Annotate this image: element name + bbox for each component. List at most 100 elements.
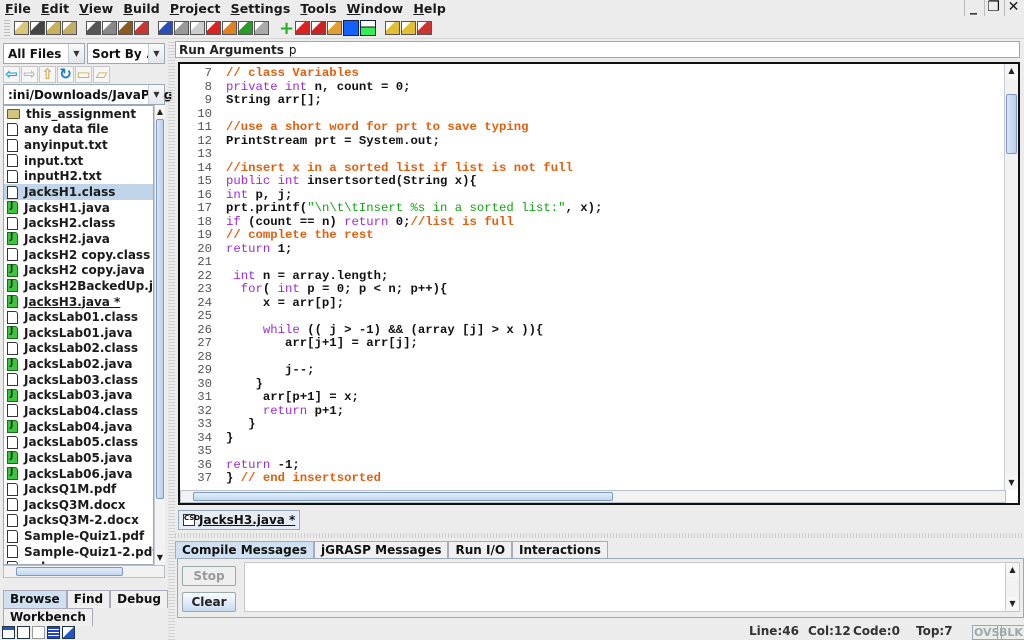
file-list-item[interactable]: JacksLab02.class <box>4 341 153 357</box>
back-arrow-icon[interactable]: ⇦ <box>3 66 20 83</box>
code-text[interactable]: 7 // class Variables 8 private int n, count… <box>180 67 1006 487</box>
uml-icon[interactable] <box>222 20 237 35</box>
scroll-down-icon[interactable]: ▼ <box>155 551 165 565</box>
file-list-item[interactable]: this_assignment <box>4 106 153 122</box>
file-filter-select[interactable]: All Files ▼ <box>3 43 85 64</box>
file-list-vscrollbar[interactable]: ▲ ▼ <box>154 105 165 565</box>
open-folder-icon[interactable]: ▱ <box>93 66 110 83</box>
menu-help[interactable]: Help <box>408 1 451 16</box>
open-icon[interactable] <box>14 20 29 35</box>
file-list-item[interactable]: JacksLab02.java <box>4 356 153 372</box>
forward-arrow-icon[interactable]: ⇨ <box>21 66 38 83</box>
file-list-item[interactable]: JacksLab01.java <box>4 325 153 341</box>
scroll-up-icon[interactable]: ▲ <box>155 105 165 119</box>
file-list-item[interactable]: JacksH2.class <box>4 215 153 231</box>
file-list-item[interactable]: JacksLab03.java <box>4 388 153 404</box>
editor-hscrollbar[interactable] <box>180 490 1006 503</box>
chevron-down-icon[interactable]: ▼ <box>68 44 84 63</box>
cascade-icon[interactable] <box>62 626 75 639</box>
split-top-icon[interactable] <box>32 626 45 639</box>
green-split-icon[interactable] <box>360 19 376 36</box>
print-icon[interactable] <box>62 20 77 35</box>
menu-project[interactable]: Project <box>165 1 226 16</box>
file-list-item[interactable]: JacksH2 copy.java <box>4 262 153 278</box>
message-output[interactable]: ▲ ▼ <box>244 562 1020 612</box>
file-list-item[interactable]: JacksH3.java * <box>4 294 153 310</box>
copy-icon[interactable] <box>102 20 117 35</box>
tab-run-i-o[interactable]: Run I/O <box>448 541 513 559</box>
stop-button[interactable]: Stop <box>182 566 236 586</box>
restore-button[interactable]: ❐ <box>984 0 1002 16</box>
toolbar-grip[interactable] <box>4 19 10 36</box>
debug-icon[interactable] <box>311 20 326 35</box>
file-list-item[interactable]: JacksLab04.java <box>4 419 153 435</box>
menu-window[interactable]: Window <box>342 1 409 16</box>
run-icon[interactable] <box>295 20 310 35</box>
file-list-item[interactable]: JacksH2 copy.class <box>4 247 153 263</box>
file-list-item[interactable]: anyinput.txt <box>4 137 153 153</box>
scroll-up-icon[interactable]: ▲ <box>1005 64 1018 78</box>
undo-icon[interactable] <box>134 20 149 35</box>
tab-jgrasp-messages[interactable]: jGRASP Messages <box>314 541 449 559</box>
file-list-item[interactable]: JacksLab05.java <box>4 450 153 466</box>
tab-interactions[interactable]: Interactions <box>512 541 608 559</box>
file-list-item[interactable]: JacksH2.java <box>4 231 153 247</box>
file-list-item[interactable]: JacksLab01.class <box>4 309 153 325</box>
folder-icon[interactable]: ▭ <box>75 66 92 83</box>
code-editor[interactable]: 7 // class Variables 8 private int n, count… <box>178 62 1020 505</box>
panel-divider[interactable] <box>168 40 175 640</box>
tab-workbench[interactable]: Workbench <box>3 608 93 626</box>
file-list-item[interactable]: Sample-Quiz1-2.pdf <box>4 544 153 560</box>
breakpoint-icon[interactable] <box>206 20 221 35</box>
file-list-item[interactable]: input.txt <box>4 153 153 169</box>
horizontal-divider[interactable] <box>175 533 1024 538</box>
path-select[interactable]: :ini/Downloads/JavaProg ▼ <box>3 84 172 105</box>
browse-icon[interactable] <box>46 20 61 35</box>
chevron-down-icon[interactable]: ▼ <box>148 44 164 63</box>
new-file-icon[interactable] <box>190 20 205 35</box>
chevron-down-icon[interactable]: ▼ <box>148 85 164 104</box>
tile-icon[interactable] <box>47 626 60 639</box>
generate-csd-icon[interactable] <box>158 20 173 35</box>
menu-build[interactable]: Build <box>118 1 164 16</box>
file-list-item[interactable]: inputH2.txt <box>4 169 153 185</box>
split-left-icon[interactable] <box>17 626 30 639</box>
file-list-item[interactable]: JacksLab06.java <box>4 466 153 482</box>
file-list-item[interactable]: JacksQ3M-2.docx <box>4 513 153 529</box>
close-button[interactable]: ✕ <box>1004 0 1022 16</box>
save-icon[interactable] <box>30 20 45 35</box>
file-list-item[interactable]: JacksLab03.class <box>4 372 153 388</box>
editor-vscrollbar[interactable]: ▲ ▼ <box>1004 64 1018 490</box>
tree-icon[interactable] <box>238 20 253 35</box>
up-folder-icon[interactable]: ⇧ <box>39 66 56 83</box>
scroll-down-icon[interactable]: ▼ <box>1005 476 1018 490</box>
file-list-item[interactable]: JacksLab05.class <box>4 434 153 450</box>
menu-tools[interactable]: Tools <box>295 1 341 16</box>
message-vscrollbar[interactable]: ▲ ▼ <box>1005 563 1019 611</box>
sort-select[interactable]: Sort By ... ▼ <box>87 43 165 64</box>
file-list-item[interactable]: JacksH2BackedUp.java <box>4 278 153 294</box>
documentation-icon[interactable] <box>254 20 269 35</box>
tab-debug[interactable]: Debug <box>110 590 168 608</box>
tab-browse[interactable]: Browse <box>3 590 67 608</box>
menu-view[interactable]: View <box>74 1 118 16</box>
cut-icon[interactable] <box>86 20 101 35</box>
check-icon[interactable] <box>385 20 400 35</box>
scroll-down-icon[interactable]: ▼ <box>1006 597 1019 611</box>
run-arguments-input[interactable]: p <box>289 43 297 57</box>
compile-icon[interactable]: + <box>278 18 294 39</box>
minimize-button[interactable]: _ <box>964 0 982 16</box>
run-applet-icon[interactable] <box>327 20 342 35</box>
file-list-item[interactable]: Sample-Quiz1.pdf <box>4 528 153 544</box>
menu-settings[interactable]: Settings <box>226 1 296 16</box>
blue-square-icon[interactable] <box>343 19 359 36</box>
file-list-item[interactable]: JacksLab04.class <box>4 403 153 419</box>
menu-file[interactable]: File <box>0 1 36 16</box>
open-file-tab[interactable]: CSD JacksH3.java * <box>178 510 301 530</box>
scroll-up-icon[interactable]: ▲ <box>1006 563 1019 577</box>
list-icon[interactable] <box>417 20 432 35</box>
file-list-hscrollbar[interactable] <box>3 565 165 578</box>
remove-csd-icon[interactable] <box>174 20 189 35</box>
file-list-item[interactable]: JacksQ1M.pdf <box>4 481 153 497</box>
file-list-item[interactable]: JacksH1.java <box>4 200 153 216</box>
